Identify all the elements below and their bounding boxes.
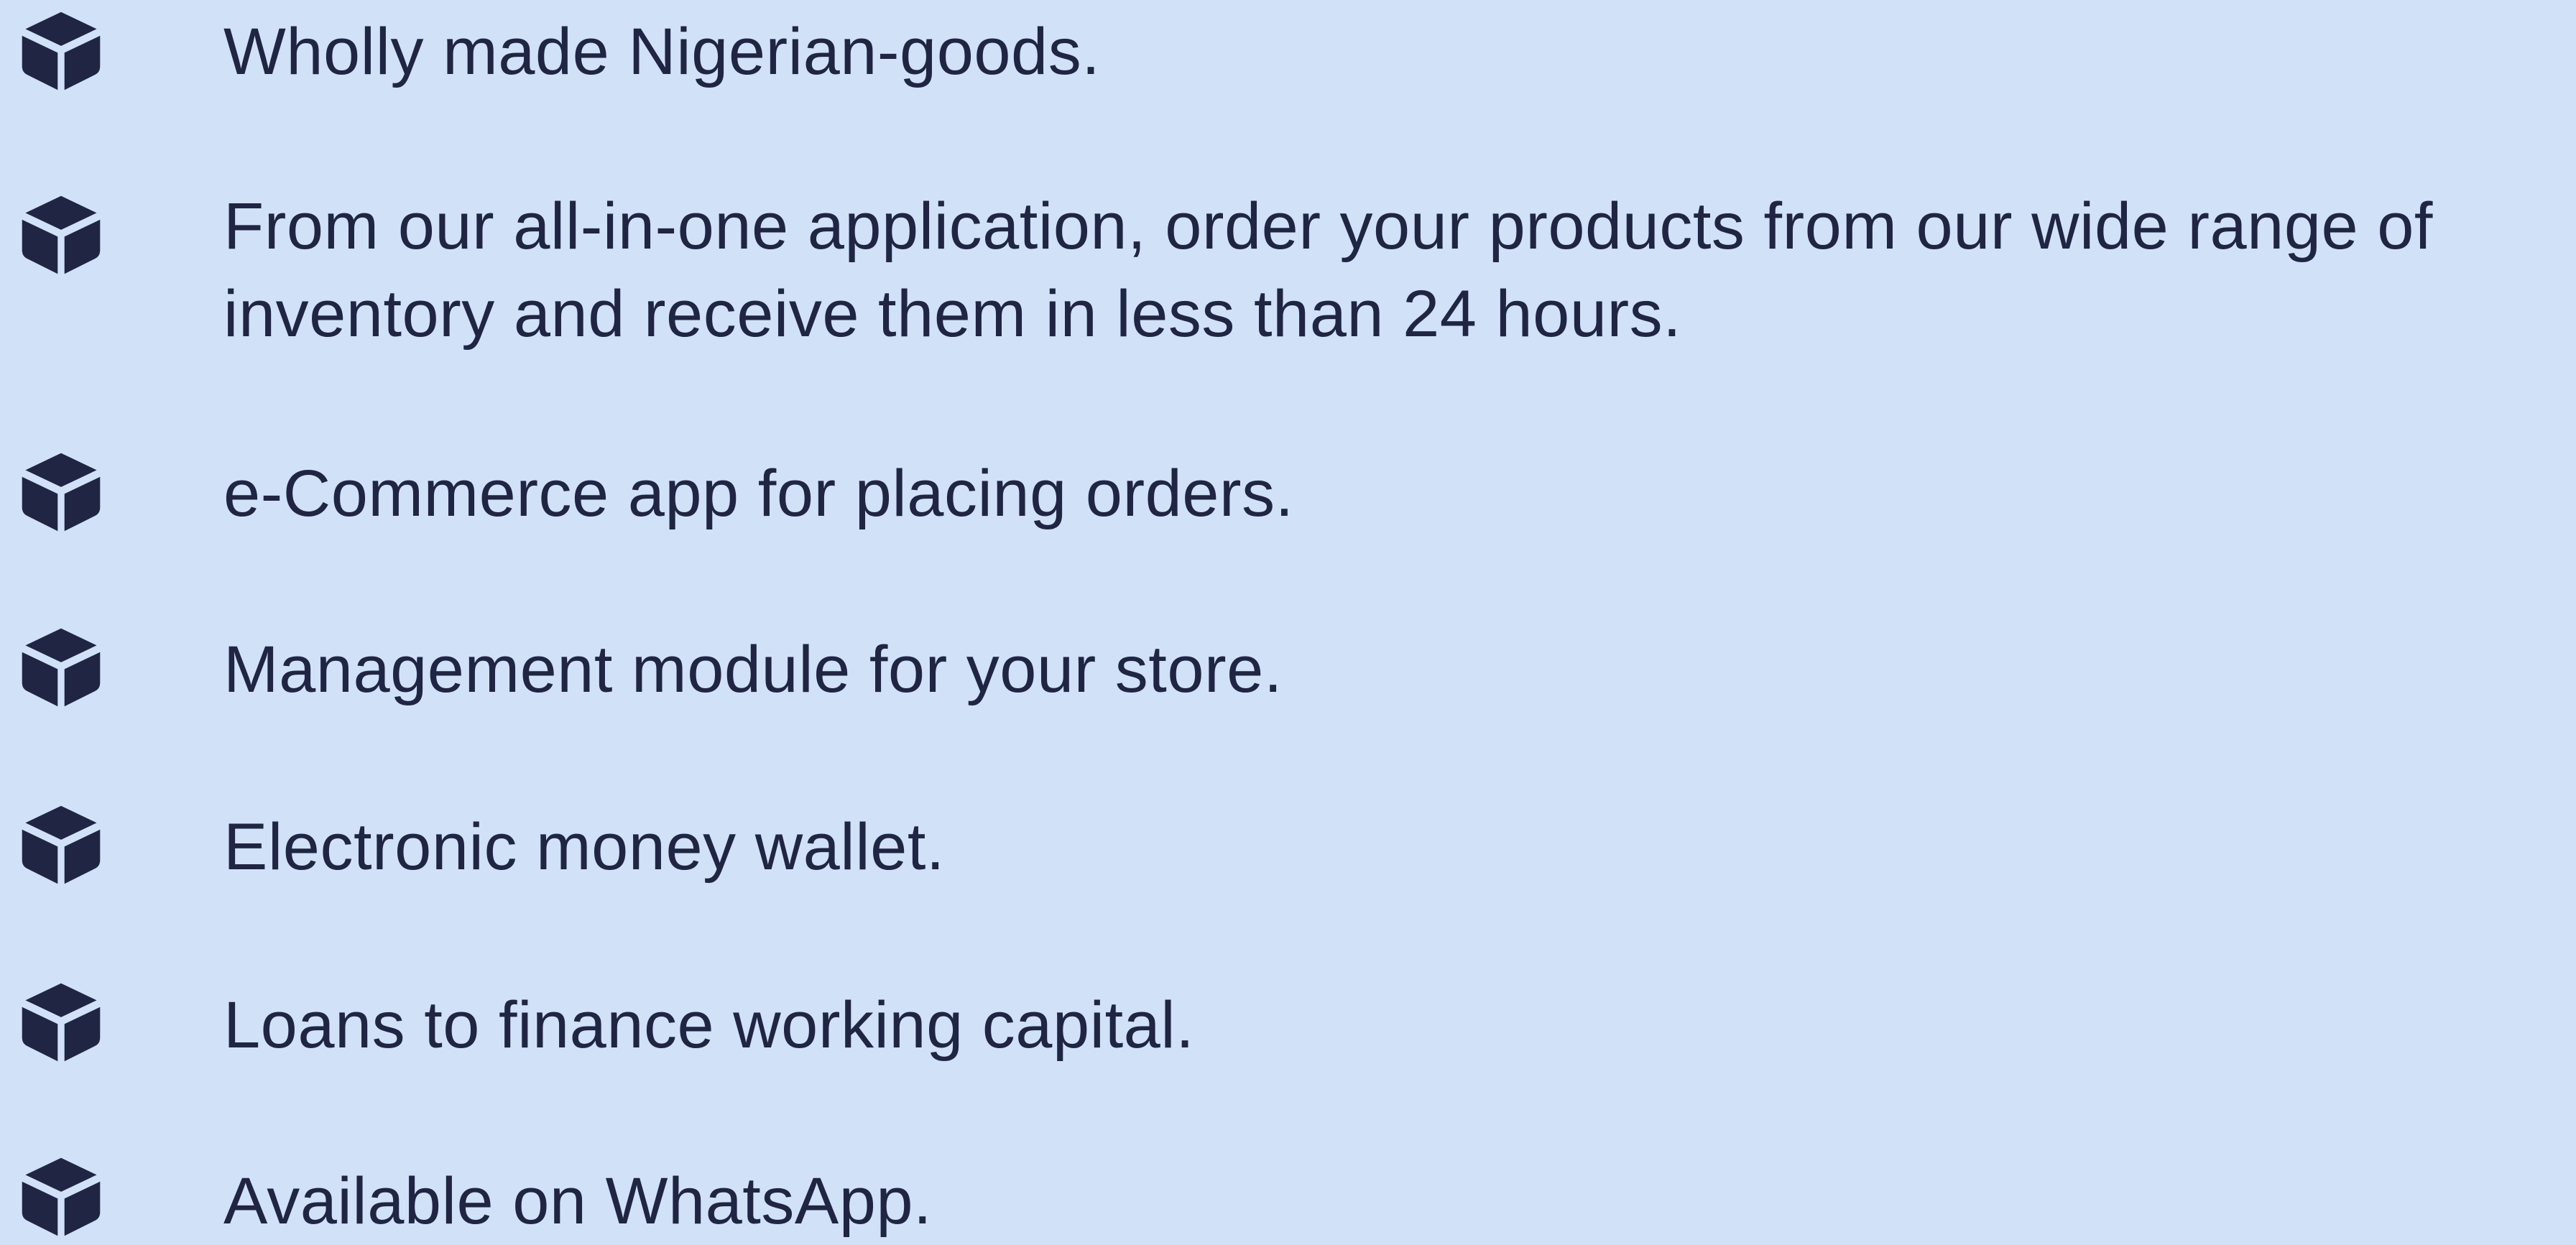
feature-text: Available on WhatsApp. [223,1165,933,1238]
cube-icon [19,980,103,1065]
cube-icon [19,193,103,277]
feature-text: Loans to finance working capital. [223,989,1195,1062]
feature-text: e-Commerce app for placing orders. [223,457,1294,530]
cube-icon [19,802,103,887]
feature-text: Electronic money wallet. [223,810,945,884]
cube-icon [19,1154,103,1239]
cube-icon [19,625,103,710]
feature-text: Wholly made Nigerian-goods. [223,15,1101,88]
feature-text: Management module for your store. [223,633,1283,706]
cube-icon [19,9,103,93]
feature-list: Wholly made Nigerian-goods. From our all… [0,0,2576,1238]
feature-text: From our all-in-one application, order y… [223,190,2433,351]
cube-icon [19,450,103,534]
